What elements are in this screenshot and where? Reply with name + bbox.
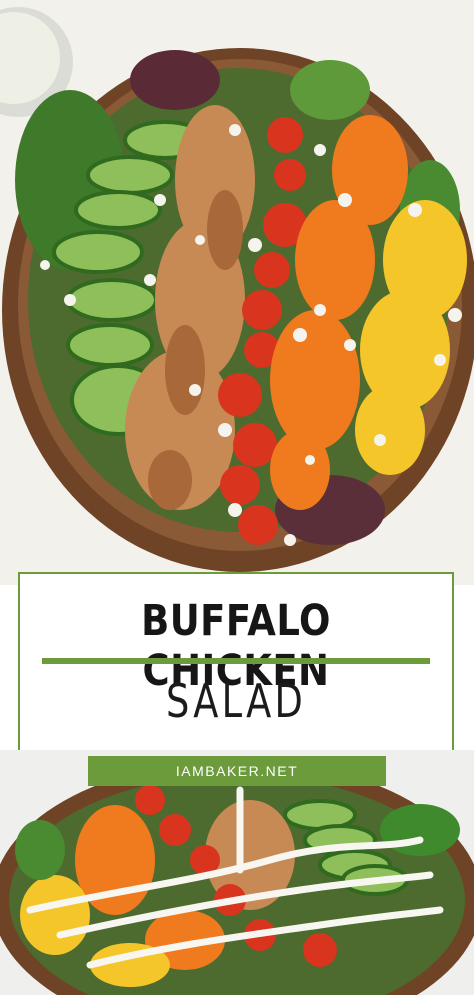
title-divider (42, 658, 430, 664)
title-card: BUFFALO CHICKEN SALAD (18, 572, 454, 768)
recipe-subtitle: SALAD (165, 674, 307, 728)
top-salad-photo (0, 0, 474, 585)
site-url-banner: IAMBAKER.NET (88, 756, 386, 786)
bottom-salad-photo (0, 750, 474, 995)
